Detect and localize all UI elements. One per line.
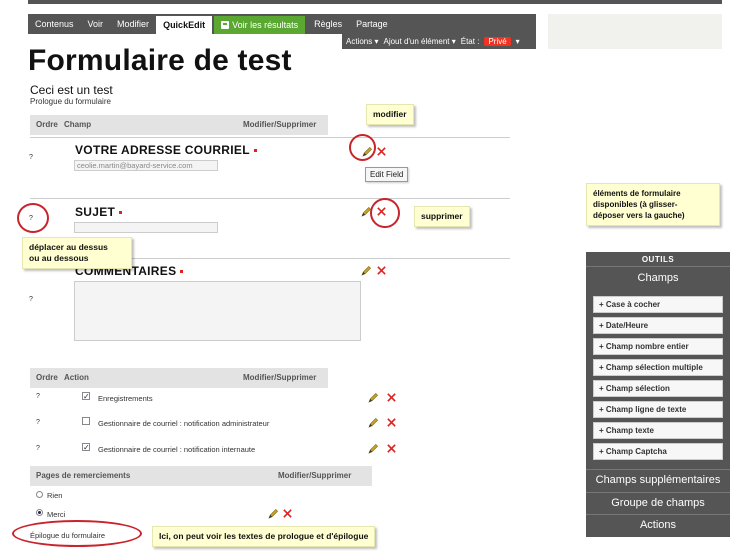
header-order: Ordre <box>36 373 58 382</box>
form-subtitle: Ceci est un test <box>30 83 113 97</box>
state-badge[interactable]: Privé <box>484 37 511 46</box>
drag-handle[interactable]: ? <box>36 419 40 426</box>
delete-x-icon[interactable] <box>386 392 397 403</box>
drag-handle[interactable]: ? <box>29 154 33 161</box>
form-prologue: Prologue du formulaire <box>30 97 111 106</box>
tools-section-champs[interactable]: Champs <box>586 267 730 289</box>
tab-voir[interactable]: Voir <box>81 14 111 34</box>
annotation-oval <box>12 520 142 547</box>
delete-x-icon[interactable] <box>376 265 387 276</box>
pencil-icon[interactable] <box>368 443 379 454</box>
header-edit-delete: Modifier/Supprimer <box>243 373 317 382</box>
header-field: Champ <box>64 120 92 129</box>
tab-contenus[interactable]: Contenus <box>28 14 81 34</box>
tool-text-line[interactable]: + Champ ligne de texte <box>593 401 723 418</box>
email-field[interactable]: ceolie.martin@bayard-service.com <box>74 160 218 171</box>
header-edit-delete: Modifier/Supprimer <box>243 120 317 129</box>
field-label-subject: SUJET <box>75 205 123 219</box>
thanks-label: Merci <box>47 510 66 519</box>
top-right-box <box>548 14 722 49</box>
drag-handle[interactable]: ? <box>36 445 40 452</box>
subject-field[interactable] <box>74 222 218 233</box>
pencil-icon[interactable] <box>368 417 379 428</box>
tool-checkbox[interactable]: + Case à cocher <box>593 296 723 313</box>
tools-section-actions[interactable]: Actions <box>586 514 730 534</box>
required-marker <box>253 149 257 153</box>
pencil-icon[interactable] <box>361 265 372 276</box>
sub-toolbar: Actions ▾ Ajout d'un élément ▾ État : Pr… <box>342 34 536 49</box>
drag-handle[interactable]: ? <box>36 393 40 400</box>
annotation-move: déplacer au dessus ou au dessous <box>22 237 132 269</box>
actions-menu[interactable]: Actions ▾ <box>346 37 378 46</box>
disk-icon <box>221 21 230 29</box>
page-title: Formulaire de test <box>28 44 292 77</box>
action-checkbox[interactable] <box>82 443 90 451</box>
action-checkbox[interactable] <box>82 417 90 425</box>
add-element-menu[interactable]: Ajout d'un élément ▾ <box>383 37 455 46</box>
thanks-label: Rien <box>47 491 63 500</box>
comments-textarea[interactable] <box>74 281 361 341</box>
tools-title: OUTILS <box>586 252 730 267</box>
field-label-email-text: VOTRE ADRESSE COURRIEL <box>75 143 250 157</box>
state-chevron-icon[interactable]: ▾ <box>516 37 520 46</box>
required-marker <box>119 211 123 215</box>
tab-voir-resultats-label: Voir les résultats <box>232 20 299 30</box>
annotation-prologue: Ici, on peut voir les textes de prologue… <box>152 526 376 547</box>
edit-field-tooltip: Edit Field <box>365 167 409 182</box>
action-checkbox[interactable] <box>82 392 90 400</box>
divider <box>30 137 510 138</box>
delete-x-icon[interactable] <box>282 508 293 519</box>
tab-modifier[interactable]: Modifier <box>110 14 156 34</box>
tool-date-time[interactable]: + Date/Heure <box>593 317 723 334</box>
header-edit-delete: Modifier/Supprimer <box>278 471 352 480</box>
tools-section-extra[interactable]: Champs supplémentaires <box>586 469 730 489</box>
tool-multi-select[interactable]: + Champ sélection multiple <box>593 359 723 376</box>
header-action: Action <box>64 373 89 382</box>
tab-regles[interactable]: Règles <box>307 14 349 34</box>
tools-panel: OUTILS Champs + Case à cocher + Date/Heu… <box>586 252 730 537</box>
delete-x-icon[interactable] <box>386 417 397 428</box>
actions-header: Ordre Action Modifier/Supprimer <box>30 368 328 388</box>
delete-x-icon[interactable] <box>376 146 387 157</box>
annotation-delete: supprimer <box>414 206 470 227</box>
pencil-icon[interactable] <box>268 508 279 519</box>
field-label-subject-text: SUJET <box>75 205 116 219</box>
annotation-modify: modifier <box>366 104 414 125</box>
tool-select[interactable]: + Champ sélection <box>593 380 723 397</box>
tool-text[interactable]: + Champ texte <box>593 422 723 439</box>
tool-integer-field[interactable]: + Champ nombre entier <box>593 338 723 355</box>
divider <box>30 198 510 199</box>
pencil-icon[interactable] <box>368 392 379 403</box>
state-label: État : <box>460 37 480 46</box>
fields-header: Ordre Champ Modifier/Supprimer <box>30 115 328 135</box>
thanks-header: Pages de remerciements Modifier/Supprime… <box>30 466 372 486</box>
action-label: Enregistrements <box>98 394 153 403</box>
tool-captcha[interactable]: + Champ Captcha <box>593 443 723 460</box>
field-label-email: VOTRE ADRESSE COURRIEL <box>75 143 257 157</box>
tab-partage[interactable]: Partage <box>349 14 395 34</box>
tabs-bar: Contenus Voir Modifier QuickEdit Voir le… <box>28 14 536 34</box>
thanks-radio[interactable] <box>36 491 43 498</box>
delete-x-icon[interactable] <box>386 443 397 454</box>
tab-quickedit[interactable]: QuickEdit <box>156 16 213 34</box>
action-label: Gestionnaire de courriel : notification … <box>98 419 270 428</box>
drag-handle[interactable]: ? <box>29 296 33 303</box>
annotation-oval <box>349 134 376 161</box>
header-order: Ordre <box>36 120 58 129</box>
annotation-oval <box>17 203 49 233</box>
annotation-elements: éléments de formulaire disponibles (à gl… <box>586 183 720 226</box>
tools-section-group[interactable]: Groupe de champs <box>586 492 730 512</box>
annotation-oval <box>370 198 400 228</box>
required-marker <box>180 270 184 274</box>
action-label: Gestionnaire de courriel : notification … <box>98 445 256 454</box>
thanks-radio[interactable] <box>36 509 43 516</box>
header-pages: Pages de remerciements <box>36 471 131 480</box>
top-rule <box>28 0 722 4</box>
tab-voir-resultats[interactable]: Voir les résultats <box>214 16 306 34</box>
